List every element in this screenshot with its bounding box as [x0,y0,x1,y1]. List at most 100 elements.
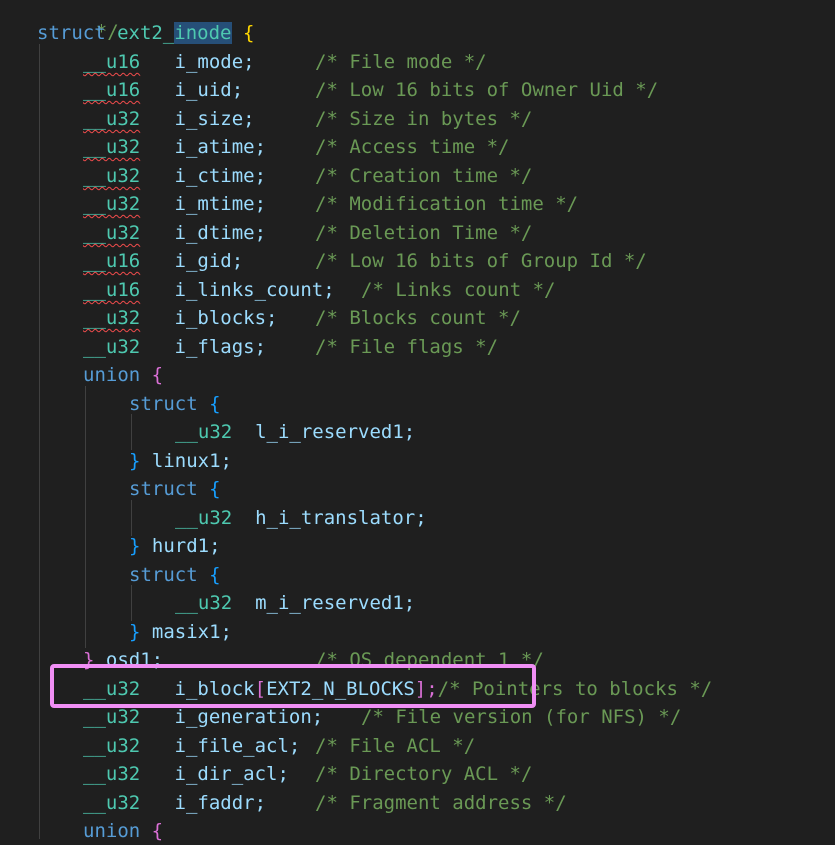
brace-open: { [209,564,221,586]
code-line-field: __u32 i_file_acl; [83,732,300,760]
comment: /* Modification time */ [315,193,579,215]
type-name: __u32 [175,592,233,614]
member-name: hurd1; [151,535,221,557]
field-name: i_atime; [174,136,267,158]
comment: /* Directory ACL */ [315,763,533,785]
code-line-union: union { [83,361,163,389]
code-line-field: __u32 i_mtime; [83,190,266,218]
brace-open: { [209,393,221,415]
code-line-field: __u32 i_blocks; [83,304,277,332]
type-name: __u32 [83,706,141,728]
comment: /* Fragment address */ [315,792,567,814]
code-line-struct-decl: struct ext2_inode { [37,19,254,47]
brace-open: { [242,22,255,44]
code-line-field: __u32 m_i_reserved1; [175,589,415,617]
type-name: __u32 [175,421,233,443]
type-name: __u16 [83,79,141,101]
member-name: masix1; [151,621,232,643]
code-line: */ [50,0,119,43]
code-line-field: __u32 i_dtime; [83,219,266,247]
type-name: __u32 [83,792,141,814]
indent-guide-linux1 [131,414,132,450]
type-name: __u32 [83,763,141,785]
indent-guide-masix1 [131,585,132,621]
comment: /* Blocks count */ [315,307,521,329]
comment: /* File flags */ [315,336,499,358]
brace-open: { [209,478,221,500]
annotation-highlight-box [50,664,536,708]
field-name: i_blocks; [174,307,278,329]
code-line-field: __u16 i_uid; [83,76,243,104]
field-name: i_faddr; [174,792,267,814]
brace-close: } [129,621,141,643]
comment: /* File ACL */ [315,735,476,757]
member-name: linux1; [151,450,232,472]
code-line-field: __u32 i_ctime; [83,162,266,190]
type-name: __u32 [83,108,141,130]
type-name: __u16 [83,279,141,301]
type-name: __u16 [83,51,141,73]
code-line-struct-close: } masix1; [129,618,232,646]
type-name: __u32 [83,336,141,358]
field-name: m_i_reserved1; [255,592,416,614]
comment: /* Low 16 bits of Owner Uid */ [315,79,659,101]
code-line-field: __u32 l_i_reserved1; [175,418,415,446]
field-name: i_mode; [174,51,255,73]
code-line-struct: struct { [129,475,221,503]
code-line-field: __u32 i_atime; [83,133,266,161]
code-editor[interactable]: */ struct ext2_inode { __u16 i_mode; __u… [0,0,835,842]
keyword-struct: struct [37,22,106,44]
brace-close: } [129,535,141,557]
code-line-struct-close: } linux1; [129,447,232,475]
code-line-field: __u32 h_i_translator; [175,504,427,532]
indent-guide-hurd1 [131,500,132,536]
code-line-field: __u16 i_links_count; [83,276,335,304]
field-name: i_generation; [174,706,324,728]
field-name: l_i_reserved1; [255,421,416,443]
comment: /* Creation time */ [315,165,533,187]
indent-guide-union [85,386,86,648]
code-line-field: __u16 i_mode; [83,48,255,76]
field-name: i_links_count; [174,279,335,301]
code-line-field: __u32 i_flags; [83,333,266,361]
comment: /* Low 16 bits of Group Id */ [315,250,647,272]
field-name: i_dir_acl; [174,763,289,785]
struct-name: ext2_ [117,22,175,44]
type-name: __u32 [175,507,233,529]
comment: /* Access time */ [315,136,510,158]
keyword-union: union [83,364,141,386]
code-line-union: union { [83,817,163,845]
code-line-struct: struct { [129,390,221,418]
field-name: i_flags; [174,336,267,358]
type-name: __u32 [83,165,141,187]
code-line-struct: struct { [129,561,221,589]
code-line-field: __u16 i_gid; [83,247,243,275]
type-name: __u16 [83,250,141,272]
code-line-field: __u32 i_dir_acl; [83,760,289,788]
code-line-field: __u32 i_faddr; [83,789,266,817]
comment: /* Size in bytes */ [315,108,533,130]
type-name: __u32 [83,193,141,215]
comment: /* File mode */ [315,51,487,73]
code-line-struct-close: } hurd1; [129,532,221,560]
field-name: i_mtime; [174,193,267,215]
brace-open: { [151,364,164,386]
field-name: i_file_acl; [174,735,301,757]
comment: /* Deletion Time */ [315,222,533,244]
type-name: __u32 [83,307,141,329]
field-name: i_uid; [174,79,244,101]
field-name: h_i_translator; [255,507,427,529]
code-line-field: __u32 i_size; [83,105,255,133]
type-name: __u32 [83,136,141,158]
field-name: i_gid; [174,250,244,272]
keyword-struct: struct [129,564,198,586]
field-name: i_dtime; [174,222,267,244]
keyword-struct: struct [129,478,198,500]
comment: /* Links count */ [361,279,556,301]
field-name: i_size; [174,108,255,130]
field-name: i_ctime; [174,165,267,187]
type-name: __u32 [83,735,141,757]
struct-name-selected: inode [174,22,232,44]
brace-close: } [129,450,141,472]
type-name: __u32 [83,222,141,244]
